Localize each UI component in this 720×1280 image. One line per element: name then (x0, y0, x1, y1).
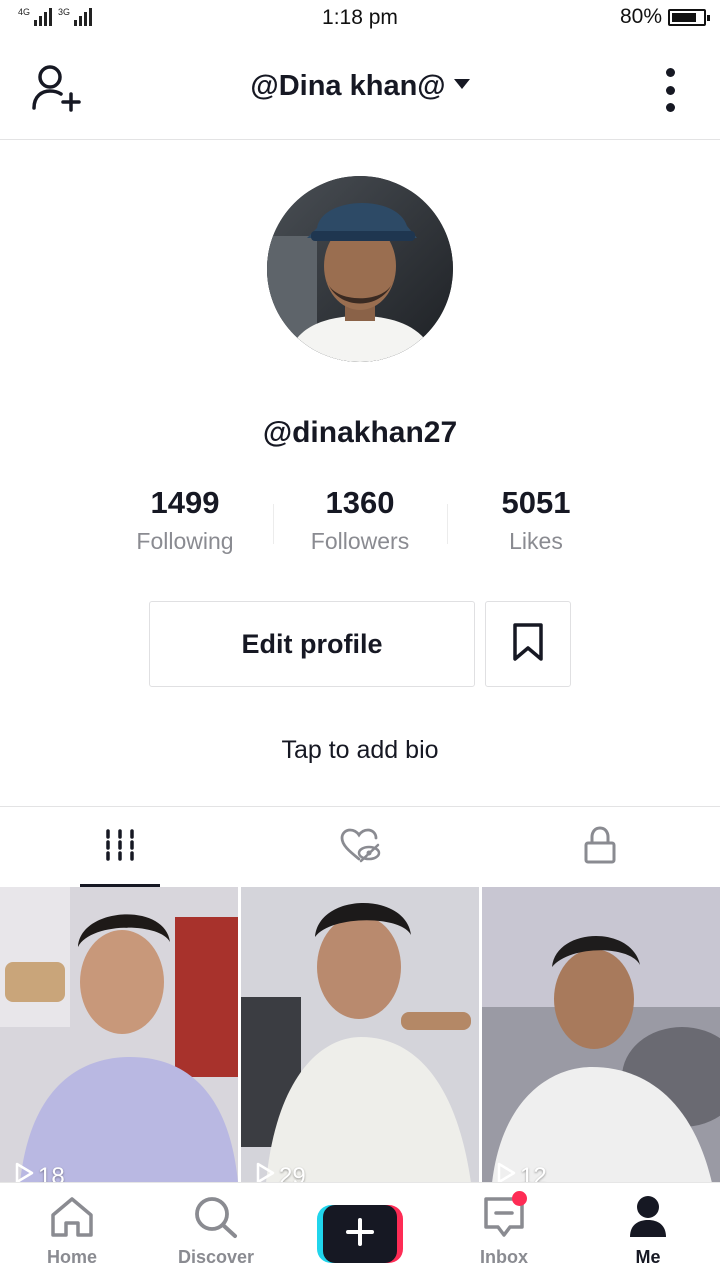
view-count: 12 (496, 1162, 547, 1183)
play-icon (14, 1162, 34, 1183)
edit-profile-button[interactable]: Edit profile (149, 601, 475, 687)
video-thumbnail[interactable]: 18 (0, 887, 238, 1183)
tab-videos[interactable] (0, 807, 240, 887)
plus-icon (346, 1217, 374, 1251)
view-count: 29 (255, 1162, 306, 1183)
nav-home[interactable]: Home (0, 1183, 144, 1280)
view-count-value: 12 (520, 1162, 547, 1184)
following-label: Following (136, 528, 234, 554)
nav-discover[interactable]: Discover (144, 1183, 288, 1280)
play-icon (255, 1162, 275, 1183)
likes-label: Likes (509, 528, 563, 554)
video-thumbnail[interactable]: 29 (241, 887, 479, 1183)
profile-tabs (0, 806, 720, 887)
bookmark-icon (511, 622, 545, 667)
create-video-button[interactable] (317, 1205, 403, 1263)
notification-dot (512, 1191, 527, 1206)
profile-icon (628, 1195, 668, 1244)
following-count: 1499 (150, 485, 220, 520)
chevron-down-icon (453, 79, 470, 90)
play-icon (496, 1162, 516, 1183)
followers-count: 1360 (325, 485, 395, 520)
battery-icon (668, 9, 710, 26)
status-bar: 4G 3G 1:18 pm 80% (0, 0, 720, 38)
nav-inbox[interactable]: Inbox (432, 1183, 576, 1280)
more-options-icon[interactable] (658, 68, 682, 112)
profile-stats: 1499 Following 1360 Followers 5051 Likes (0, 484, 720, 564)
likes-count: 5051 (501, 485, 571, 520)
tab-private[interactable] (480, 807, 720, 887)
nav-home-label: Home (46, 1247, 97, 1267)
clock: 1:18 pm (322, 6, 398, 29)
view-count: 18 (14, 1162, 65, 1183)
view-count-value: 29 (279, 1162, 306, 1184)
followers-label: Followers (310, 528, 410, 554)
stat-likes[interactable]: 5051 Likes (448, 484, 624, 555)
private-lock-icon (583, 825, 617, 870)
profile-header: @Dina khan@ (0, 38, 720, 140)
battery-percent: 80% (619, 5, 662, 28)
header-title: @Dina khan@ (250, 70, 446, 102)
bio-placeholder[interactable]: Tap to add bio (0, 736, 720, 765)
tab-liked[interactable] (240, 807, 480, 887)
nav-me[interactable]: Me (576, 1183, 720, 1280)
favorites-button[interactable] (485, 601, 571, 687)
avatar[interactable] (267, 176, 453, 362)
nav-discover-label: Discover (177, 1247, 255, 1267)
video-thumbnail[interactable]: 12 (482, 887, 720, 1183)
nav-me-label: Me (635, 1247, 661, 1267)
search-icon (193, 1195, 239, 1244)
username: @dinakhan27 (262, 416, 458, 449)
liked-hidden-icon (339, 827, 381, 868)
view-count-value: 18 (38, 1162, 65, 1184)
nav-inbox-label: Inbox (480, 1247, 528, 1267)
home-icon (48, 1195, 96, 1244)
stat-followers[interactable]: 1360 Followers (272, 484, 448, 555)
account-switcher[interactable]: @Dina khan@ (0, 70, 720, 103)
video-grid: 18 29 12 (0, 887, 720, 1183)
videos-grid-icon (104, 828, 136, 866)
bottom-nav: Home Discover Inbox Me (0, 1182, 720, 1280)
stat-following[interactable]: 1499 Following (97, 484, 273, 555)
